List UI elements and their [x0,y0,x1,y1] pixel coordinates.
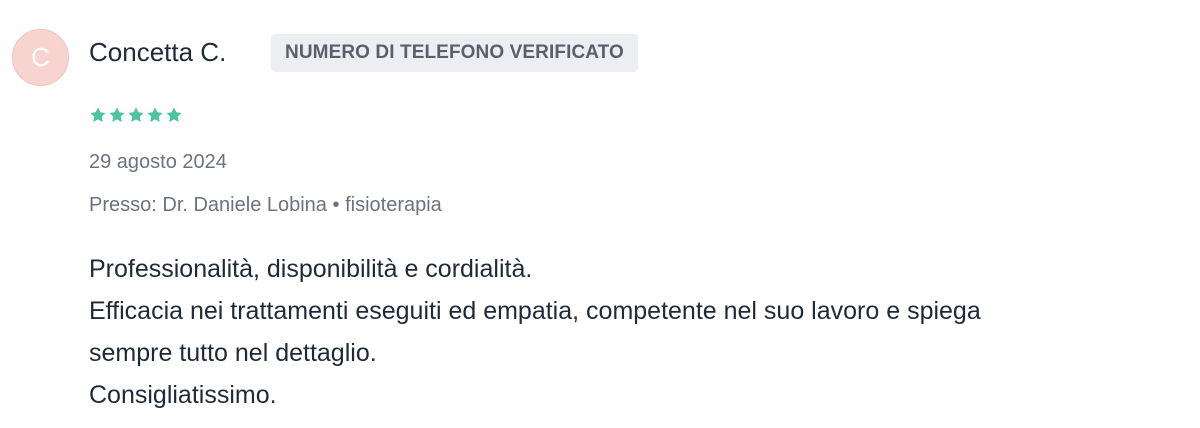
author-name: Concetta C. [89,37,227,67]
star-icon [166,107,182,122]
star-icon [128,107,144,122]
review-text-line: sempre tutto nel dettaglio. [89,339,377,367]
star-rating [89,106,183,124]
verified-badge: NUMERO DI TELEFONO VERIFICATO [271,34,638,72]
service-name: fisioterapia [345,194,442,216]
review-text-line: Professionalità, disponibilità e cordial… [89,255,533,283]
star-icon [90,107,106,122]
review-text: Professionalità, disponibilità e cordial… [89,248,1169,416]
star-icon [147,107,163,122]
review-location: Presso: Dr. Daniele Lobina • fisioterapi… [89,192,442,218]
location-prefix: Presso: [89,194,157,216]
star-icon [109,107,125,122]
review-text-line: Consigliatissimo. [89,381,277,409]
avatar: C [12,29,69,86]
separator-dot: • [332,194,340,216]
review-card: C Concetta C. NUMERO DI TELEFONO VERIFIC… [0,0,1200,428]
doctor-name: Dr. Daniele Lobina [162,194,327,216]
review-date: 29 agosto 2024 [89,151,227,173]
review-text-line: Efficacia nei trattamenti eseguiti ed em… [89,297,981,325]
